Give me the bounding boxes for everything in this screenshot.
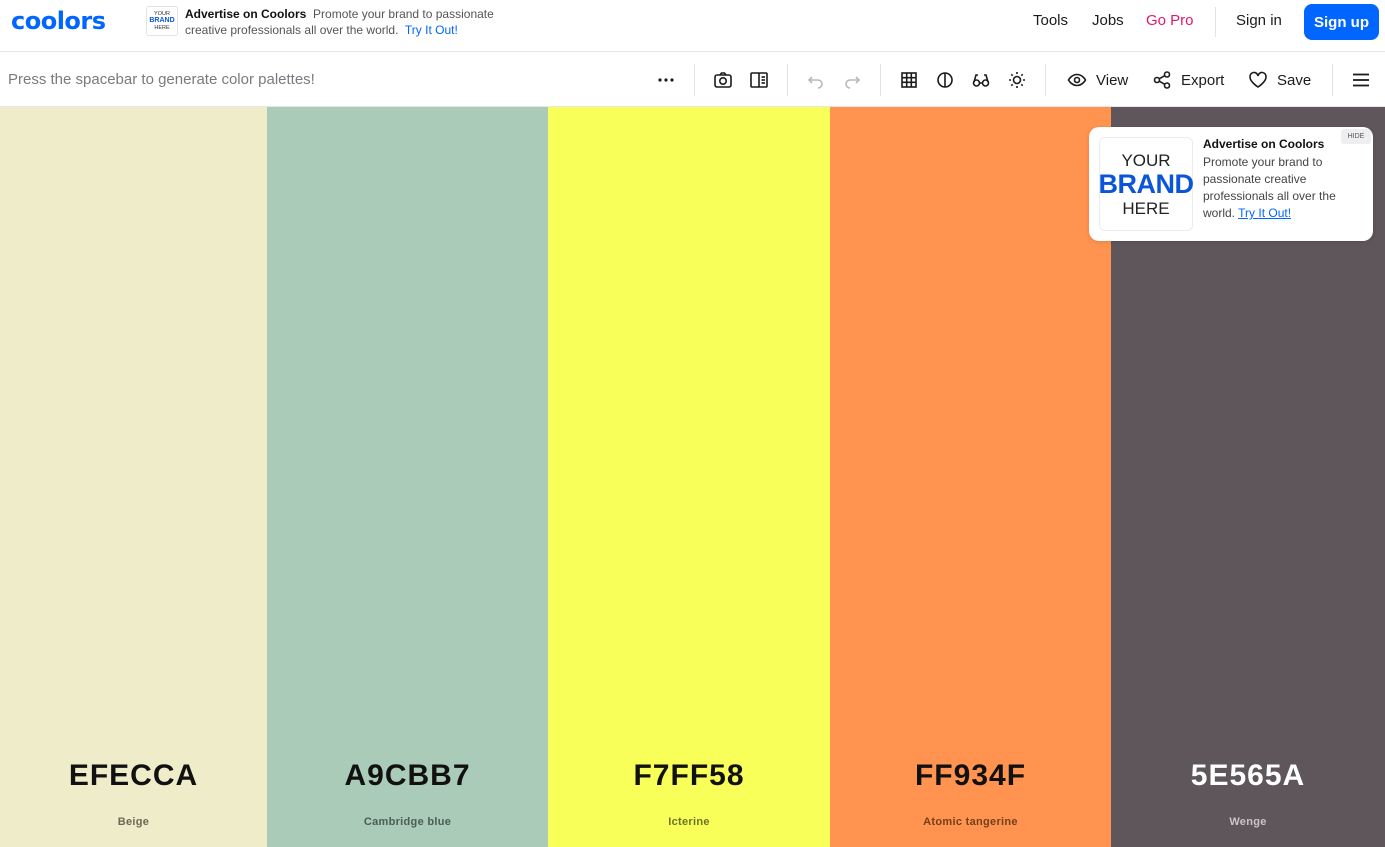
undo-icon[interactable] [805,69,827,91]
nav-go-pro[interactable]: Go Pro [1146,12,1194,30]
header-ad-link[interactable]: Try It Out! [405,23,458,37]
swatch-hex[interactable]: EFECCA [0,759,267,793]
ad-image-line3: HERE [1122,198,1170,218]
more-icon[interactable] [655,69,677,91]
toolbar-divider [694,64,695,96]
redo-icon[interactable] [841,69,863,91]
spacebar-hint: Press the spacebar to generate color pal… [8,71,315,88]
export-button[interactable]: Export [1152,69,1224,91]
camera-icon[interactable] [712,69,734,91]
glasses-icon[interactable] [970,69,992,91]
hide-ad-button[interactable]: HIDE [1341,129,1371,144]
ad-thumb-line2: BRAND [149,17,175,24]
swatch-name[interactable]: Icterine [548,816,830,828]
color-swatch[interactable]: FF934F Atomic tangerine [830,107,1111,847]
swatch-name[interactable]: Atomic tangerine [830,816,1111,828]
ad-brand-image[interactable]: YOUR BRAND HERE [1098,137,1195,231]
ad-image-line2: BRAND [1098,168,1195,199]
ad-brand-thumbnail[interactable]: YOUR BRAND HERE [146,6,178,36]
ad-card-title: Advertise on Coolors [1203,137,1325,151]
toolbar-divider [1332,64,1333,96]
toolbar-divider [880,64,881,96]
save-label: Save [1277,71,1312,89]
ad-thumb-line3: HERE [154,25,170,31]
grid-icon[interactable] [898,69,920,91]
menu-icon[interactable] [1350,69,1372,91]
sign-in-link[interactable]: Sign in [1236,12,1282,30]
swatch-hex[interactable]: F7FF58 [548,759,830,793]
color-swatch[interactable]: F7FF58 Icterine [548,107,830,847]
ad-card-body: Promote your brand to passionate creativ… [1203,154,1363,222]
eye-icon [1067,73,1087,87]
toolbar-divider [1045,64,1046,96]
view-label: View [1096,71,1129,89]
swatch-hex[interactable]: 5E565A [1111,759,1385,793]
contrast-icon[interactable] [934,69,956,91]
color-swatch[interactable]: A9CBB7 Cambridge blue [267,107,548,847]
brightness-icon[interactable] [1006,69,1028,91]
sidebar-icon[interactable] [748,69,770,91]
share-icon [1153,71,1171,89]
swatch-name[interactable]: Wenge [1111,816,1385,828]
view-button[interactable]: View [1067,69,1128,91]
ad-image-line1: YOUR [1121,150,1171,170]
save-button[interactable]: Save [1248,69,1311,91]
top-bar: coolors YOUR BRAND HERE Advertise on Coo… [0,0,1385,52]
coolors-logo[interactable]: coolors [11,9,106,33]
nav-jobs[interactable]: Jobs [1092,12,1124,30]
header-divider [1215,7,1216,37]
heart-icon [1249,71,1267,88]
swatch-hex[interactable]: FF934F [830,759,1111,793]
header-ad-text: Advertise on Coolors Promote your brand … [185,6,525,38]
sign-up-button[interactable]: Sign up [1304,4,1379,40]
swatch-name[interactable]: Beige [0,816,267,828]
ad-card: HIDE YOUR BRAND HERE Advertise on Coolor… [1089,127,1373,241]
color-swatch[interactable]: EFECCA Beige [0,107,267,847]
swatch-hex[interactable]: A9CBB7 [267,759,548,793]
nav-tools[interactable]: Tools [1033,12,1068,30]
export-label: Export [1181,71,1225,89]
palette-toolbar: Press the spacebar to generate color pal… [0,52,1385,107]
swatch-name[interactable]: Cambridge blue [267,816,548,828]
header-ad-title: Advertise on Coolors [185,7,307,21]
toolbar-divider [787,64,788,96]
ad-card-link[interactable]: Try It Out! [1238,206,1291,220]
